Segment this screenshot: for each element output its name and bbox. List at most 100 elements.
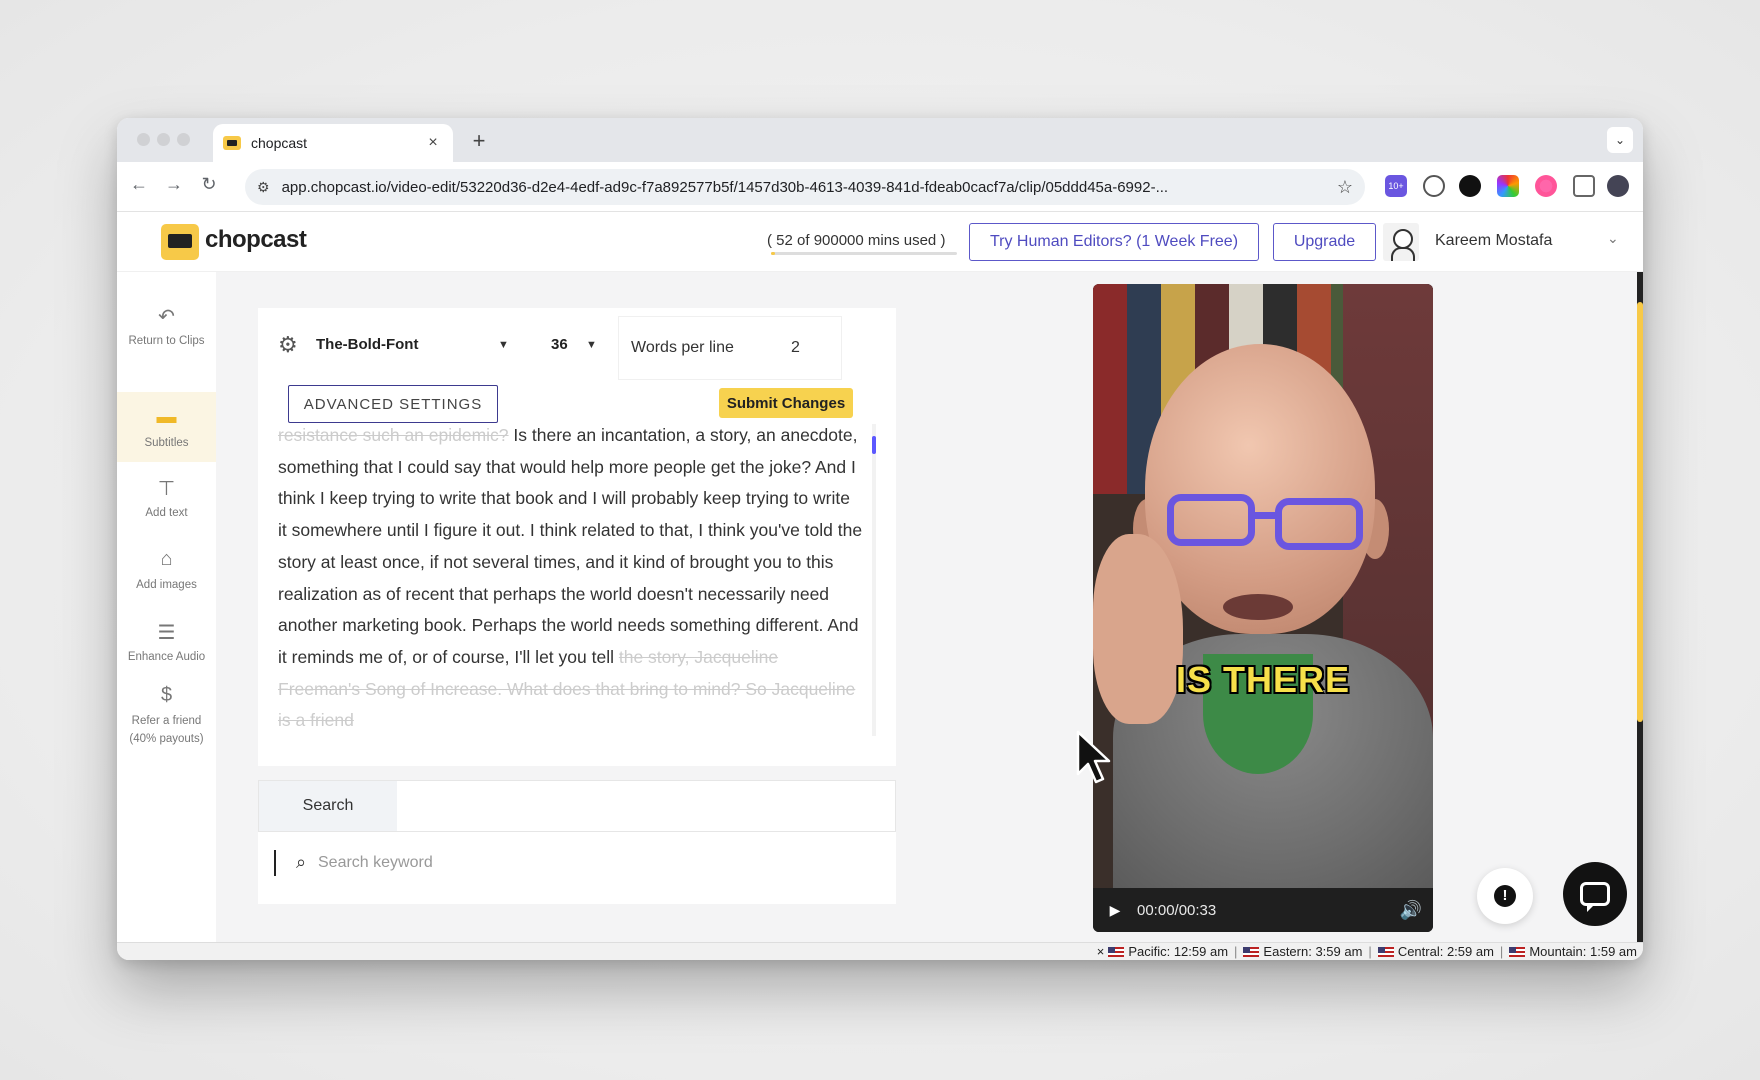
words-per-line-field[interactable]: Words per line 2 (618, 316, 842, 380)
us-flag-icon (1108, 946, 1125, 957)
window-minimize-control[interactable] (157, 133, 170, 146)
reload-icon[interactable]: ↻ (197, 174, 221, 195)
sidebar-item-label: Return to Clips (128, 335, 205, 347)
url-text[interactable]: app.chopcast.io/video-edit/53220d36-d2e4… (282, 179, 1337, 196)
us-flag-icon (1377, 946, 1394, 957)
tab-search-chevron-icon[interactable]: ⌄ (1607, 127, 1633, 153)
feedback-alert-button[interactable]: ! (1477, 868, 1533, 924)
sidebar: ↶ Return to Clips ▬ Subtitles ⊤ Add text… (117, 272, 216, 942)
glasses-lens (1167, 494, 1255, 546)
extension-color-icon[interactable] (1497, 175, 1519, 197)
chopcast-logo-icon[interactable] (161, 224, 199, 260)
font-size-select[interactable]: 36 (551, 336, 568, 353)
extension-circle-icon[interactable] (1459, 175, 1481, 197)
new-tab-button[interactable]: + (467, 128, 491, 154)
page-scrollbar[interactable] (1637, 272, 1643, 942)
subtitles-icon: ▬ (156, 406, 177, 428)
us-flag-icon (1509, 946, 1526, 957)
text-cursor (274, 850, 276, 876)
video-player[interactable]: IS THERE ▶ 00:00/00:33 🔊 (1093, 284, 1433, 932)
sidebar-item-add-text[interactable]: ⊤ Add text (117, 472, 216, 532)
submit-changes-button[interactable]: Submit Changes (719, 388, 853, 418)
search-icon: ⌕ (296, 852, 307, 872)
window-zoom-control[interactable] (177, 133, 190, 146)
app-header: chopcast ( 52 of 900000 mins used ) Try … (117, 212, 1643, 272)
extension-pink-icon[interactable] (1535, 175, 1557, 197)
alert-icon: ! (1494, 885, 1516, 907)
clock-bar-close-button[interactable]: × (1097, 944, 1105, 959)
user-name[interactable]: Kareem Mostafa (1435, 232, 1552, 250)
sidebar-item-add-images[interactable]: ⌂ Add images (117, 544, 216, 604)
user-menu-chevron-icon[interactable]: ⌄ (1607, 230, 1619, 247)
usage-bar (771, 252, 957, 255)
words-per-line-label: Words per line (631, 339, 734, 356)
subtitle-editor-panel: ⚙ The-Bold-Font ▼ 36 ▼ Words per line 2 … (258, 308, 896, 766)
search-keyword-input[interactable] (318, 848, 798, 878)
browser-tab[interactable]: chopcast × (213, 124, 453, 162)
glasses-lens (1275, 498, 1363, 550)
sidebar-item-label: Subtitles (144, 437, 189, 449)
search-tab[interactable]: Search (259, 781, 397, 831)
font-select[interactable]: The-Bold-Font (316, 336, 418, 353)
us-flag-icon (1243, 946, 1260, 957)
extension-feather-icon[interactable] (1423, 175, 1445, 197)
logo-text[interactable]: chopcast (205, 226, 307, 254)
return-icon: ↶ (158, 306, 175, 328)
play-icon[interactable]: ▶ (1093, 902, 1137, 919)
clock-label: Mountain: 1:59 am (1529, 944, 1637, 959)
address-bar[interactable]: ⚙ app.chopcast.io/video-edit/53220d36-d2… (245, 169, 1365, 205)
world-clock-bar: × Pacific: 12:59 am | Eastern: 3:59 am |… (117, 942, 1643, 960)
sidebar-item-label: Add text (145, 507, 188, 519)
transcript-scrollbar-thumb[interactable] (872, 436, 876, 454)
site-settings-icon[interactable]: ⚙ (257, 179, 270, 196)
back-arrow-icon[interactable]: ← (127, 174, 151, 195)
sidebar-item-enhance-audio[interactable]: ☰ Enhance Audio (117, 616, 216, 676)
mouse-pointer-icon (1076, 730, 1111, 784)
clock-label: Eastern: 3:59 am (1263, 944, 1363, 959)
video-frame[interactable]: IS THERE (1093, 284, 1433, 888)
human-editors-button[interactable]: Try Human Editors? (1 Week Free) (969, 223, 1259, 261)
clock-label: Central: 2:59 am (1397, 944, 1494, 959)
font-dropdown-caret-icon[interactable]: ▼ (498, 339, 509, 351)
subtitle-caption: IS THERE (1175, 659, 1351, 700)
sidebar-item-sublabel: (40% payouts) (129, 733, 204, 745)
transcript-scrollbar[interactable] (872, 424, 876, 736)
video-time: 00:00/00:33 (1137, 901, 1217, 919)
upgrade-button[interactable]: Upgrade (1273, 223, 1376, 261)
font-size-dropdown-caret-icon[interactable]: ▼ (586, 339, 597, 351)
sidebar-item-label: Add images (136, 579, 197, 591)
clock-label: Pacific: 12:59 am (1128, 944, 1229, 959)
words-per-line-value[interactable]: 2 (791, 339, 800, 357)
volume-icon[interactable]: 🔊 (1389, 900, 1433, 921)
tab-close-button[interactable]: × (423, 134, 443, 152)
tab-strip: chopcast × + ⌄ (117, 118, 1643, 162)
transcript-faded-before: resistance such an epidemic? (278, 425, 509, 445)
browser-window: chopcast × + ⌄ ← → ↻ ⚙ app.chopcast.io/v… (117, 118, 1643, 960)
sidebar-item-subtitles[interactable]: ▬ Subtitles (117, 392, 216, 462)
glasses-bridge (1253, 512, 1277, 519)
extension-badge-icon[interactable]: 10+ (1385, 175, 1407, 197)
video-controls: ▶ 00:00/00:33 🔊 (1093, 888, 1433, 932)
clock-pacific: Pacific: 12:59 am (1108, 944, 1228, 959)
sidebar-item-label: Enhance Audio (127, 651, 206, 663)
advanced-settings-button[interactable]: ADVANCED SETTINGS (288, 385, 498, 423)
gear-icon[interactable]: ⚙ (278, 332, 298, 358)
window-close-control[interactable] (137, 133, 150, 146)
extensions-puzzle-icon[interactable] (1573, 175, 1595, 197)
bookmark-star-icon[interactable]: ☆ (1337, 177, 1353, 198)
user-avatar[interactable] (1383, 223, 1419, 261)
profile-avatar-icon[interactable] (1607, 175, 1629, 197)
sidebar-item-refer-a-friend[interactable]: $ Refer a friend (40% payouts) (117, 684, 216, 764)
sliders-icon: ☰ (157, 622, 176, 644)
page-scrollbar-thumb[interactable] (1637, 302, 1643, 722)
keyword-search-area: ⌕ (258, 832, 896, 904)
browser-toolbar: ← → ↻ ⚙ app.chopcast.io/video-edit/53220… (117, 162, 1643, 212)
transcript-main[interactable]: Is there an incantation, a story, an ane… (278, 425, 862, 667)
app-body: ↶ Return to Clips ▬ Subtitles ⊤ Add text… (117, 272, 1643, 942)
clock-eastern: Eastern: 3:59 am (1243, 944, 1362, 959)
sidebar-item-return-to-clips[interactable]: ↶ Return to Clips (117, 300, 216, 370)
transcript-text[interactable]: resistance such an epidemic? Is there an… (278, 420, 863, 738)
forward-arrow-icon[interactable]: → (162, 174, 186, 195)
clock-mountain: Mountain: 1:59 am (1509, 944, 1637, 959)
chat-support-button[interactable] (1563, 862, 1627, 926)
